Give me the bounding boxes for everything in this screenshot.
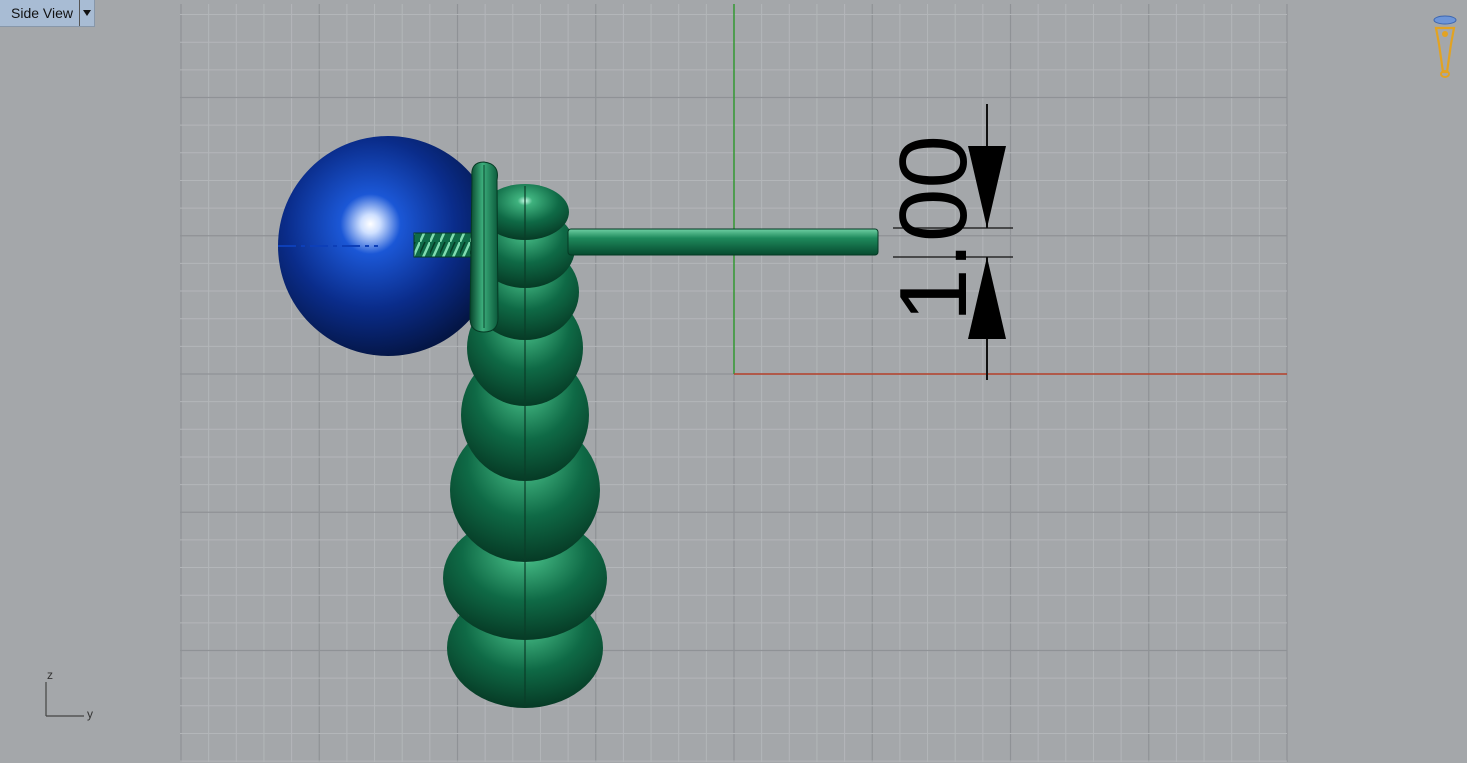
scene-canvas[interactable]: 1.00	[0, 0, 1467, 763]
camera-view-icon[interactable]	[1430, 14, 1460, 87]
caret-down-icon[interactable]	[79, 0, 94, 26]
viewport-label[interactable]: Side View	[0, 0, 96, 27]
axis-y-label: y	[87, 707, 93, 721]
axis-z-label: z	[47, 668, 53, 682]
twisted-post[interactable]	[413, 232, 473, 258]
horizontal-rod[interactable]	[567, 228, 879, 256]
axis-orientation-widget: z y	[38, 666, 108, 730]
dimension-value: 1.00	[880, 135, 987, 322]
viewport-side-view[interactable]: 1.00 Side View z y	[0, 0, 1467, 763]
disc-flange[interactable]	[469, 161, 499, 333]
viewport-title[interactable]: Side View	[0, 0, 79, 26]
